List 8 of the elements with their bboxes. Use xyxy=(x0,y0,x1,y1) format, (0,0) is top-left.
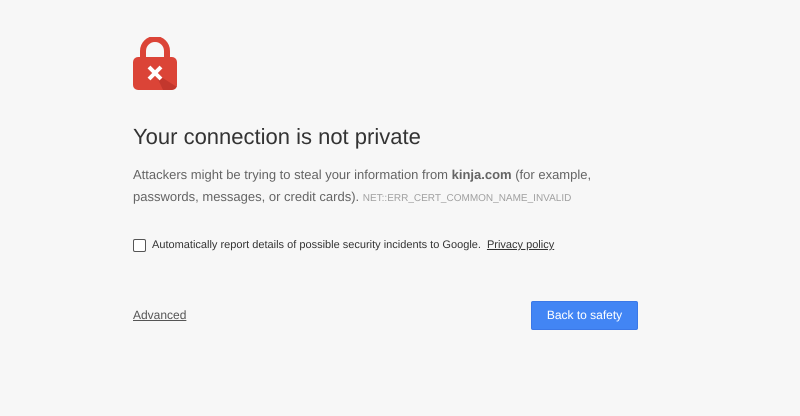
page-title: Your connection is not private xyxy=(133,123,422,151)
padlock-error-icon xyxy=(133,37,177,90)
advanced-link[interactable]: Advanced xyxy=(133,306,186,324)
report-checkbox-label: Automatically report details of possible security incidents to Google. xyxy=(152,238,481,253)
back-to-safety-button[interactable]: Back to safety xyxy=(531,300,638,330)
privacy-policy-link[interactable]: Privacy policy xyxy=(486,237,554,254)
report-checkbox[interactable] xyxy=(133,238,146,252)
warning-paragraph: Attackers might be trying to steal your information from kinja.com (for example, passwords, messages, or credit cards). NET::ERR_CERT_COMMON_NAME_INVALID xyxy=(133,166,592,206)
